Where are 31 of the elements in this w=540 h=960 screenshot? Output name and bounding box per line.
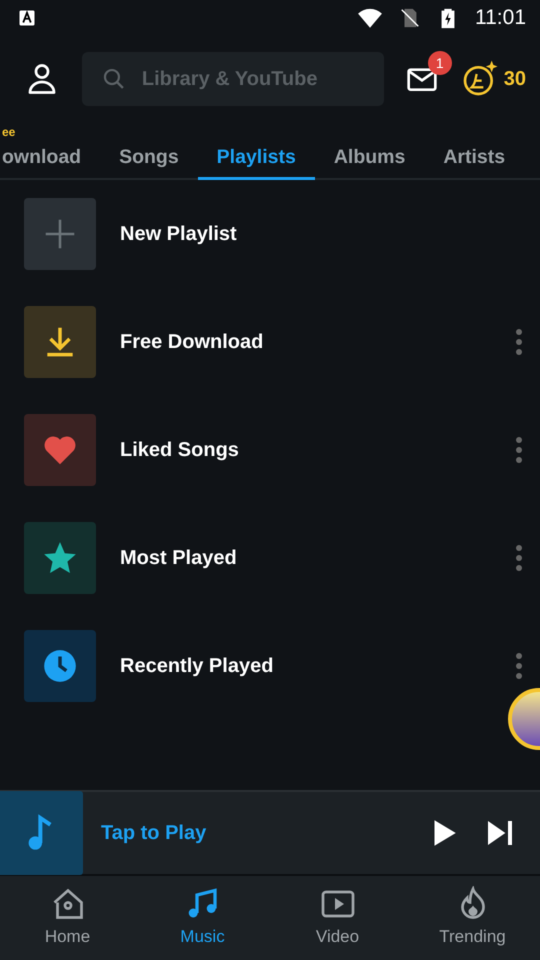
playlist-cover[interactable] <box>24 522 96 594</box>
tab[interactable]: ownload <box>2 138 100 180</box>
more-options-icon[interactable] <box>516 437 522 463</box>
search-bar[interactable]: Library & YouTube <box>82 52 384 106</box>
search-field[interactable]: Library & YouTube <box>140 63 364 95</box>
tab[interactable]: Songs <box>100 138 198 180</box>
playlist-title[interactable]: Liked Songs <box>120 435 492 465</box>
playlist-title[interactable]: Most Played <box>120 543 492 573</box>
coin-count: 30 <box>504 67 526 92</box>
playlist-title[interactable]: New Playlist <box>120 219 522 249</box>
clock-icon <box>41 647 79 685</box>
more-options-icon[interactable] <box>516 653 522 679</box>
status-time: 11:01 <box>475 5 526 32</box>
tab[interactable]: Artists <box>424 138 524 180</box>
nav-tab[interactable]: Trending <box>405 885 540 951</box>
tab[interactable]: Albums <box>314 138 424 180</box>
more-options-icon[interactable] <box>516 545 522 571</box>
unread-count-badge: 1 <box>428 51 452 75</box>
nav-tab[interactable]: Music <box>135 885 270 951</box>
playlist-title[interactable]: Recently Played <box>120 651 492 681</box>
no-sim-icon <box>399 7 421 29</box>
playlist-cover[interactable] <box>24 630 96 702</box>
playlist-cover[interactable] <box>24 306 96 378</box>
playlist-cover[interactable] <box>24 414 96 486</box>
promo-label: ee <box>2 124 16 141</box>
playlist-title[interactable]: Free Download <box>120 327 492 357</box>
more-options-icon[interactable] <box>516 329 522 355</box>
notification-icon <box>18 9 36 27</box>
nav-tab[interactable]: Home <box>0 885 135 951</box>
nav-tab[interactable]: Video <box>270 885 405 951</box>
tab[interactable]: Playlists <box>198 138 315 180</box>
